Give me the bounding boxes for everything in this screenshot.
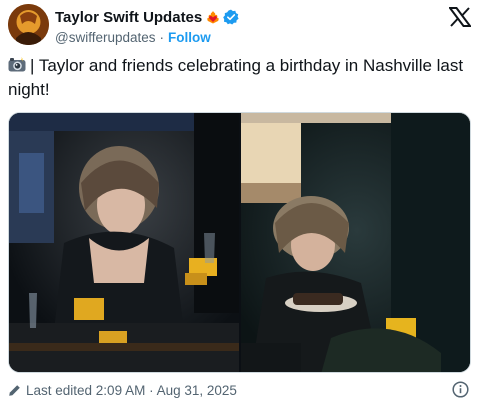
avatar-image	[8, 4, 49, 45]
heart-on-fire-icon	[206, 10, 220, 24]
edit-history-row[interactable]: Last edited 2:09 AM · Aug 31, 2025	[8, 381, 237, 399]
author-display-name[interactable]: Taylor Swift Updates	[55, 9, 202, 26]
tweet-card: Taylor Swift Updates @swifferupdates · F…	[0, 0, 481, 404]
camera-flash-icon	[8, 55, 26, 72]
author-name-row: Taylor Swift Updates	[55, 7, 239, 27]
photo-left-image	[9, 113, 239, 372]
tweet-body: | Taylor and friends celebrating a birth…	[8, 56, 464, 99]
author-handle[interactable]: @swifferupdates	[55, 30, 156, 45]
x-logo-icon[interactable]	[448, 7, 472, 27]
tweet-text: | Taylor and friends celebrating a birth…	[8, 54, 474, 102]
verified-badge-icon	[223, 9, 239, 25]
follow-button[interactable]: Follow	[168, 30, 211, 45]
pencil-icon	[8, 384, 21, 397]
photo-right[interactable]	[241, 113, 470, 372]
separator-dot: ·	[159, 29, 165, 45]
photo-right-image	[241, 113, 470, 372]
last-edited-label: Last edited 2:09 AM · Aug 31, 2025	[26, 382, 237, 398]
info-icon[interactable]	[452, 381, 469, 398]
avatar[interactable]	[8, 4, 49, 45]
author-handle-row: @swifferupdates · Follow	[55, 28, 211, 46]
media-grid	[8, 112, 471, 373]
photo-left[interactable]	[9, 113, 239, 372]
